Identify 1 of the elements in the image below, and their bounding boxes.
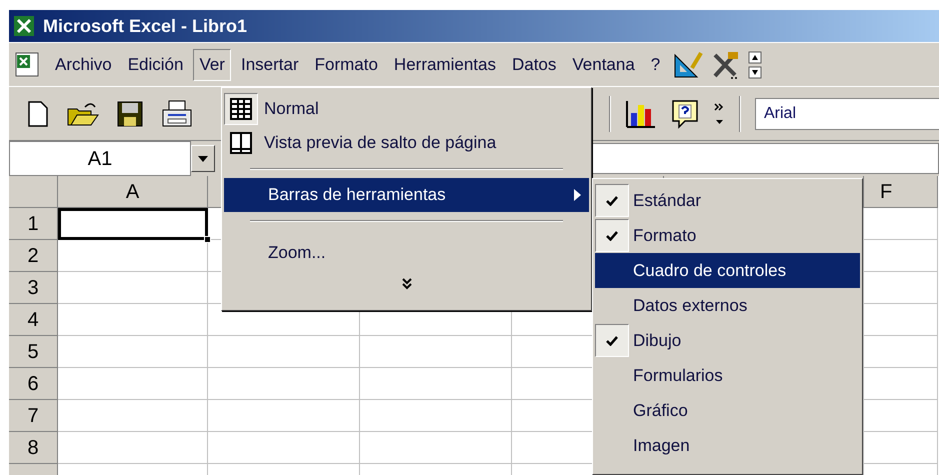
window-title: Microsoft Excel - Libro1 [43,14,248,38]
